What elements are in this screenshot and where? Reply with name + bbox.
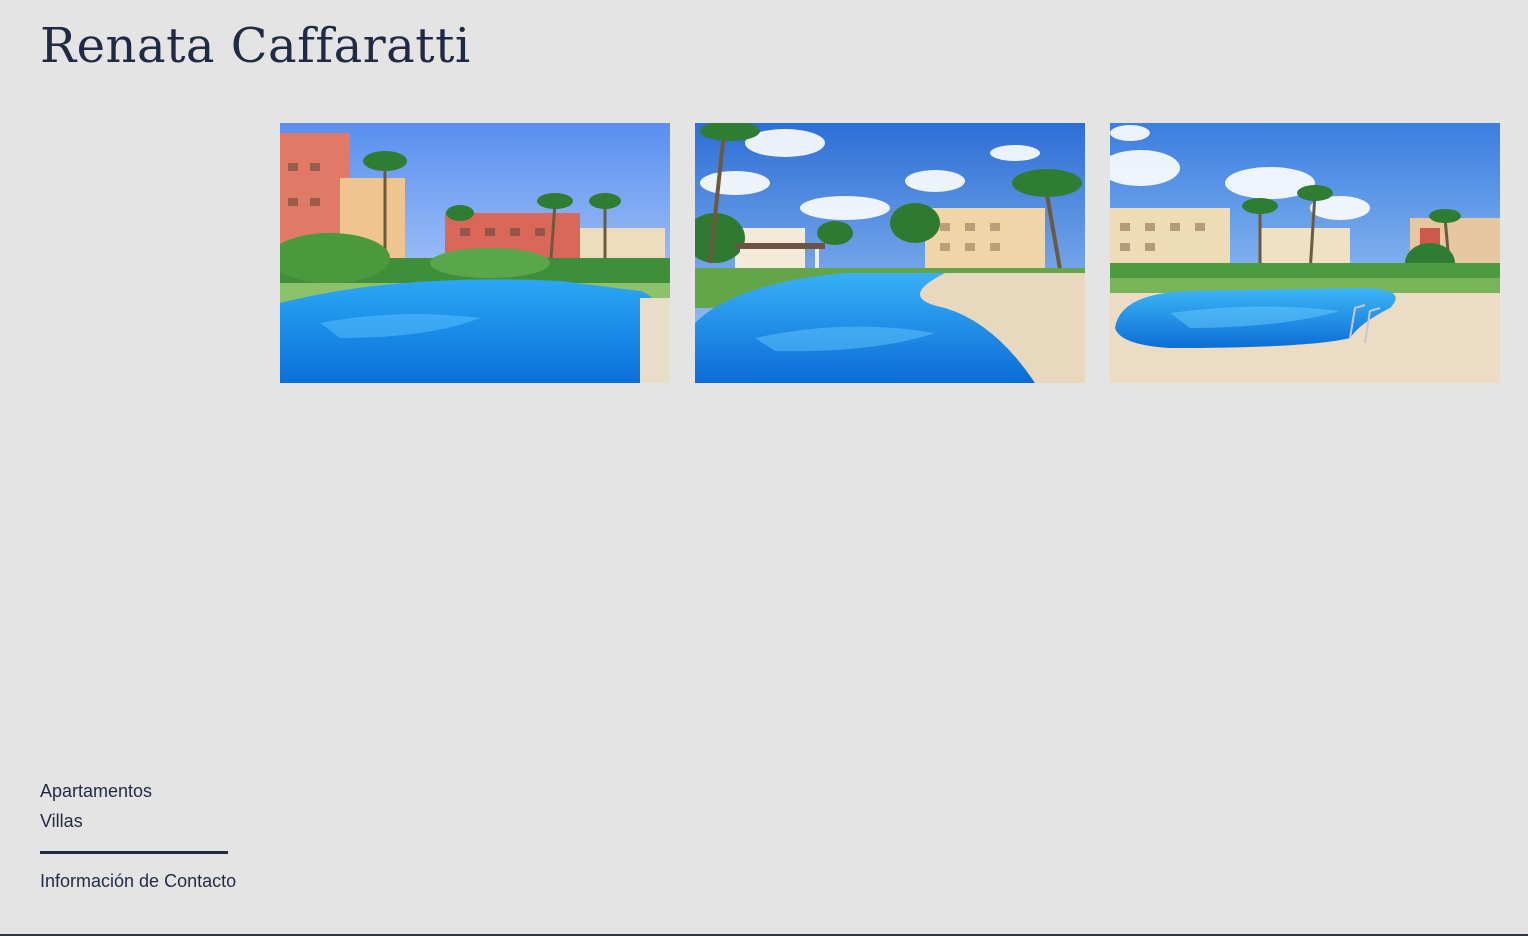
photo-gallery	[280, 123, 1500, 383]
contact-info-link[interactable]: Información de Contacto	[40, 866, 236, 896]
site-title[interactable]: Renata Caffaratti	[40, 16, 471, 76]
pool-image-1	[280, 123, 670, 383]
gallery-photo-1[interactable]	[280, 123, 670, 383]
pool-image-2	[695, 123, 1085, 383]
gallery-photo-2[interactable]	[695, 123, 1085, 383]
menu-item-apartamentos[interactable]: Apartamentos	[40, 776, 152, 806]
menu-item-villas[interactable]: Villas	[40, 806, 152, 836]
gallery-photo-3[interactable]	[1110, 123, 1500, 383]
menu-divider	[40, 851, 228, 854]
pool-image-3	[1110, 123, 1500, 383]
category-menu: Apartamentos Villas	[40, 776, 152, 836]
